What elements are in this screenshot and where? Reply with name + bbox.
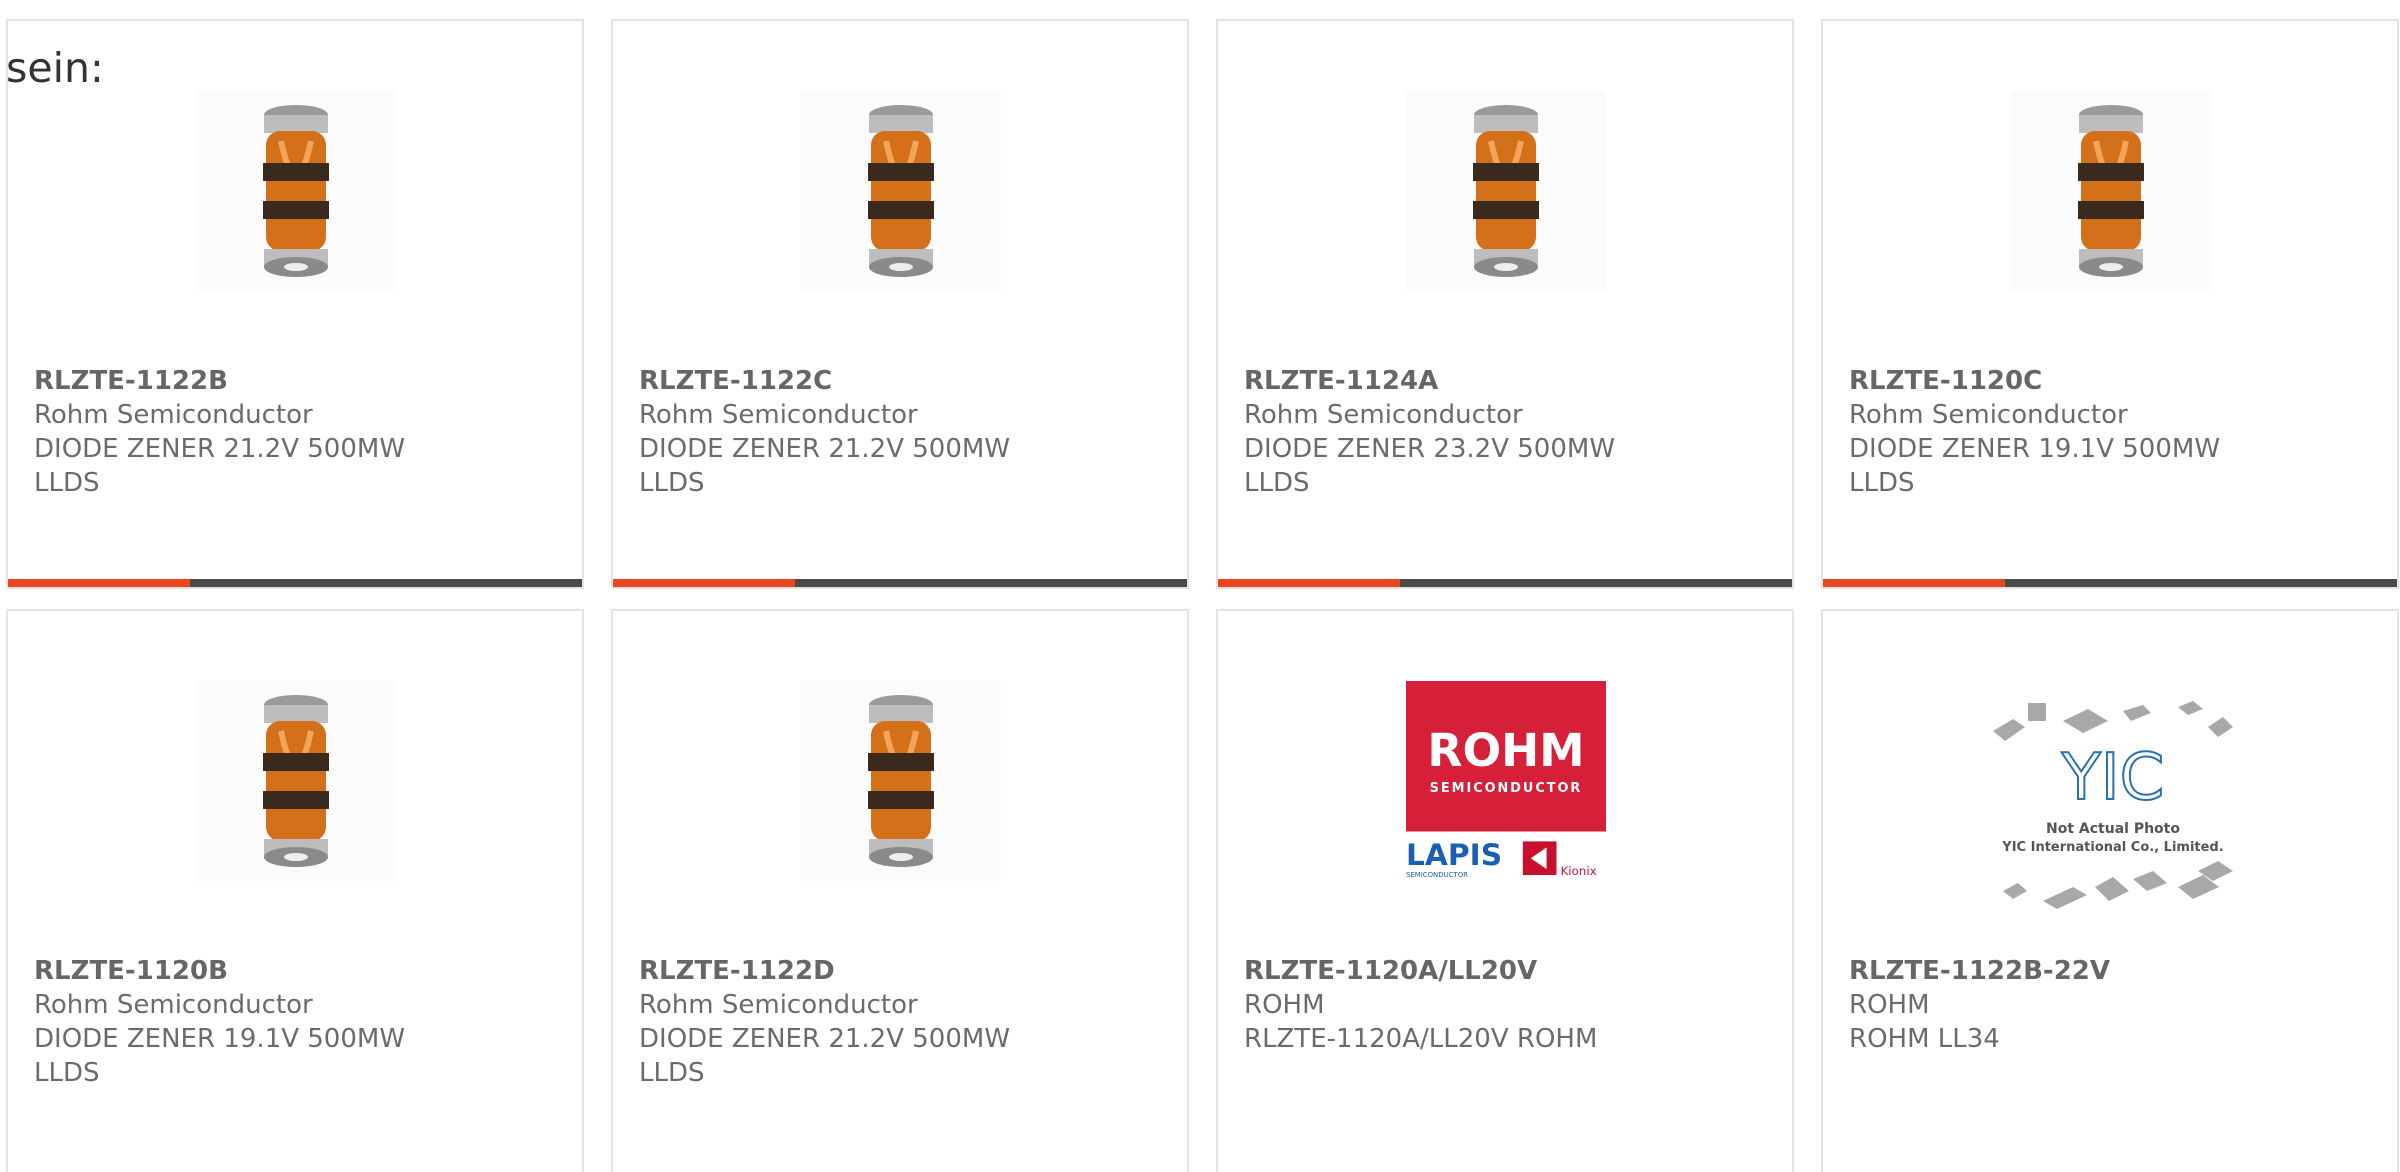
progress-bar bbox=[613, 579, 1187, 587]
description: RLZTE-1120A/LL20V ROHM bbox=[1244, 1024, 1598, 1054]
product-card[interactable]: RLZTE-1122B Rohm Semiconductor DIODE ZEN… bbox=[6, 19, 584, 589]
yic-brand-text: YIC bbox=[2061, 741, 2165, 815]
rohm-logo-sub: SEMICONDUCTOR bbox=[1430, 781, 1583, 796]
product-info: RLZTE-1122B-22V ROHM ROHM LL34 bbox=[1849, 954, 2110, 1056]
description: DIODE ZENER 19.1V 500MW bbox=[1849, 434, 2221, 464]
zener-diode-icon bbox=[868, 105, 934, 277]
manufacturer: Rohm Semiconductor bbox=[1849, 400, 2128, 430]
manufacturer: ROHM bbox=[1244, 990, 1325, 1020]
manufacturer: Rohm Semiconductor bbox=[639, 400, 918, 430]
part-number-link[interactable]: RLZTE-1122B bbox=[34, 364, 405, 398]
product-card[interactable]: RLZTE-1122D Rohm Semiconductor DIODE ZEN… bbox=[611, 609, 1189, 1172]
progress-bar bbox=[1218, 579, 1792, 587]
part-number-link[interactable]: RLZTE-1120B bbox=[34, 954, 405, 988]
lapis-logo-text: LAPIS bbox=[1406, 838, 1502, 873]
zener-diode-icon bbox=[1473, 105, 1539, 277]
placeholder-line2: YIC International Co., Limited. bbox=[2001, 840, 2223, 855]
part-number-link[interactable]: RLZTE-1122C bbox=[639, 364, 1010, 398]
product-card[interactable]: RLZTE-1120B Rohm Semiconductor DIODE ZEN… bbox=[6, 609, 584, 1172]
product-card[interactable]: YIC Not Actual Photo YIC International C… bbox=[1821, 609, 2399, 1172]
zener-diode-icon bbox=[2078, 105, 2144, 277]
kionix-logo-text: Kionix bbox=[1560, 864, 1596, 878]
product-listing-page: sein: RLZTE-1122B Rohm Semiconductor DIO… bbox=[0, 0, 2400, 1172]
product-card[interactable]: RLZTE-1120C Rohm Semiconductor DIODE ZEN… bbox=[1821, 19, 2399, 589]
progress-fill bbox=[8, 579, 190, 587]
zener-diode-icon bbox=[263, 105, 329, 277]
product-card[interactable]: ROHM SEMICONDUCTOR LAPIS SEMICONDUCTOR K… bbox=[1216, 609, 1794, 1172]
lapis-logo-sub: SEMICONDUCTOR bbox=[1406, 871, 1468, 879]
description: DIODE ZENER 21.2V 500MW bbox=[639, 434, 1011, 464]
product-image[interactable] bbox=[2011, 91, 2211, 291]
product-image[interactable] bbox=[1406, 91, 1606, 291]
description: DIODE ZENER 21.2V 500MW bbox=[34, 434, 406, 464]
part-number-link[interactable]: RLZTE-1124A bbox=[1244, 364, 1615, 398]
product-image[interactable] bbox=[801, 681, 1001, 881]
product-info: RLZTE-1122B Rohm Semiconductor DIODE ZEN… bbox=[34, 364, 405, 500]
product-info: RLZTE-1122C Rohm Semiconductor DIODE ZEN… bbox=[639, 364, 1010, 500]
progress-fill bbox=[1823, 579, 2005, 587]
description: ROHM LL34 bbox=[1849, 1024, 2000, 1054]
package: LLDS bbox=[34, 468, 100, 498]
part-number-link[interactable]: RLZTE-1120A/LL20V bbox=[1244, 954, 1597, 988]
product-info: RLZTE-1120B Rohm Semiconductor DIODE ZEN… bbox=[34, 954, 405, 1090]
product-image[interactable] bbox=[801, 91, 1001, 291]
product-info: RLZTE-1124A Rohm Semiconductor DIODE ZEN… bbox=[1244, 364, 1615, 500]
product-image[interactable]: ROHM SEMICONDUCTOR LAPIS SEMICONDUCTOR K… bbox=[1406, 681, 1606, 881]
progress-fill bbox=[1218, 579, 1400, 587]
product-info: RLZTE-1120A/LL20V ROHM RLZTE-1120A/LL20V… bbox=[1244, 954, 1597, 1056]
zener-diode-icon bbox=[868, 695, 934, 867]
placeholder-line1: Not Actual Photo bbox=[2046, 821, 2180, 837]
package: LLDS bbox=[1244, 468, 1310, 498]
manufacturer: Rohm Semiconductor bbox=[1244, 400, 1523, 430]
product-info: RLZTE-1122D Rohm Semiconductor DIODE ZEN… bbox=[639, 954, 1010, 1090]
product-card[interactable]: RLZTE-1124A Rohm Semiconductor DIODE ZEN… bbox=[1216, 19, 1794, 589]
description: DIODE ZENER 23.2V 500MW bbox=[1244, 434, 1616, 464]
product-image[interactable] bbox=[196, 681, 396, 881]
product-grid: RLZTE-1122B Rohm Semiconductor DIODE ZEN… bbox=[6, 19, 2400, 1172]
product-card[interactable]: RLZTE-1122C Rohm Semiconductor DIODE ZEN… bbox=[611, 19, 1189, 589]
product-info: RLZTE-1120C Rohm Semiconductor DIODE ZEN… bbox=[1849, 364, 2220, 500]
description: DIODE ZENER 21.2V 500MW bbox=[639, 1024, 1011, 1054]
manufacturer: ROHM bbox=[1849, 990, 1930, 1020]
intro-text: sein: bbox=[6, 44, 104, 92]
part-number-link[interactable]: RLZTE-1122B-22V bbox=[1849, 954, 2110, 988]
progress-fill bbox=[613, 579, 795, 587]
product-image[interactable] bbox=[196, 91, 396, 291]
package: LLDS bbox=[34, 1058, 100, 1088]
manufacturer: Rohm Semiconductor bbox=[34, 400, 313, 430]
manufacturer: Rohm Semiconductor bbox=[34, 990, 313, 1020]
not-actual-photo-icon: YIC Not Actual Photo YIC International C… bbox=[1993, 701, 2233, 909]
manufacturer: Rohm Semiconductor bbox=[639, 990, 918, 1020]
product-image[interactable]: YIC Not Actual Photo YIC International C… bbox=[1983, 691, 2253, 931]
package: LLDS bbox=[1849, 468, 1915, 498]
progress-bar bbox=[1823, 579, 2397, 587]
zener-diode-icon bbox=[263, 695, 329, 867]
part-number-link[interactable]: RLZTE-1122D bbox=[639, 954, 1010, 988]
description: DIODE ZENER 19.1V 500MW bbox=[34, 1024, 406, 1054]
progress-bar bbox=[8, 579, 582, 587]
part-number-link[interactable]: RLZTE-1120C bbox=[1849, 364, 2220, 398]
package: LLDS bbox=[639, 468, 705, 498]
package: LLDS bbox=[639, 1058, 705, 1088]
rohm-lapis-kionix-logo-icon: ROHM SEMICONDUCTOR LAPIS SEMICONDUCTOR K… bbox=[1406, 681, 1606, 879]
rohm-logo-text: ROHM bbox=[1427, 724, 1584, 777]
